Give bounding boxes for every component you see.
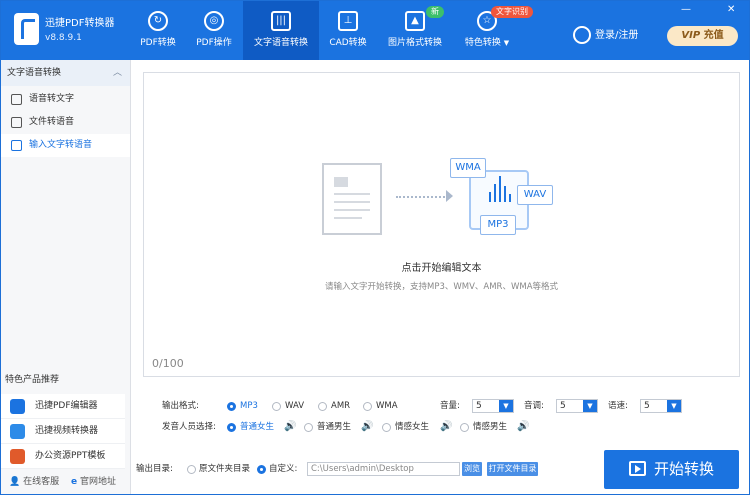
recommend-pdf-editor[interactable]: 迅捷PDF编辑器	[1, 394, 125, 419]
sidebar-item-text-to-speech[interactable]: 输入文字转语音	[1, 134, 130, 157]
person-icon: 👤	[9, 477, 21, 487]
output-path-input[interactable]: C:\Users\admin\Desktop	[307, 462, 460, 476]
start-convert-button[interactable]: 开始转换	[604, 450, 739, 489]
play-icon	[628, 461, 646, 476]
dotted-arrow	[396, 196, 448, 198]
format-tag-wma: WMA	[450, 158, 486, 178]
voice-normal-male-label[interactable]: 普通男生	[317, 421, 351, 433]
recommend-ppt-template[interactable]: 办公资源PPT模板	[1, 444, 125, 469]
radio-voice-normal-female[interactable]	[227, 423, 236, 432]
radio-amr-label[interactable]: AMR	[331, 400, 350, 412]
voice-label: 发音人员选择:	[162, 422, 216, 432]
speed-select[interactable]: 5 ▼	[640, 399, 682, 413]
recommend-title: 特色产品推荐	[5, 375, 60, 385]
radio-custom-folder[interactable]	[257, 465, 266, 474]
radio-wma[interactable]	[363, 402, 372, 411]
open-folder-button[interactable]: 打开文件目录	[487, 462, 538, 476]
chevron-down-icon: ▼	[583, 400, 597, 412]
speed-label: 语速:	[608, 401, 628, 411]
online-service-link[interactable]: 👤 在线客服	[9, 476, 59, 488]
output-dir-label: 输出目录:	[136, 464, 173, 474]
minimize-icon[interactable]: —	[681, 5, 691, 15]
ocr-badge: 文字识别	[491, 6, 533, 18]
speaker-icon[interactable]: 🔊	[517, 421, 529, 433]
chevron-down-icon: ▼	[499, 400, 513, 412]
tab-pdf-convert[interactable]: ↻ PDF转换	[131, 1, 185, 60]
text-input-icon	[11, 140, 22, 151]
speech-to-text-icon	[11, 94, 22, 105]
speaker-icon[interactable]: 🔊	[440, 421, 452, 433]
sidebar-item-file-to-speech[interactable]: 文件转语音	[1, 111, 130, 134]
voice-normal-female-label[interactable]: 普通女生	[240, 421, 274, 433]
format-tag-wav: WAV	[517, 185, 553, 205]
volume-label: 音量:	[440, 401, 460, 411]
app-window: 迅捷PDF转换器 v8.8.9.1 ↻ PDF转换 ◎ PDF操作 ||| 文字…	[0, 0, 750, 495]
radio-voice-emotion-male[interactable]	[460, 423, 469, 432]
radio-mp3[interactable]	[227, 402, 236, 411]
tab-text-speech[interactable]: ||| 文字语音转换	[243, 1, 319, 60]
file-to-speech-icon	[11, 117, 22, 128]
format-tag-mp3: MP3	[480, 215, 516, 235]
speaker-icon[interactable]: 🔊	[284, 421, 296, 433]
pdf-operate-icon: ◎	[204, 11, 224, 31]
browse-button[interactable]: 浏览	[462, 462, 482, 476]
volume-select[interactable]: 5 ▼	[472, 399, 514, 413]
vip-action: 充值	[703, 30, 724, 41]
text-editor-area[interactable]: WMA WAV MP3 点击开始编辑文本 请输入文字开始转换，支持MP3、WMV…	[143, 72, 740, 377]
vip-recharge-button[interactable]: VIP 充值	[667, 26, 738, 46]
pdf-editor-icon	[10, 399, 25, 414]
app-title: 迅捷PDF转换器	[45, 18, 115, 29]
pdf-convert-icon: ↻	[148, 11, 168, 31]
close-icon[interactable]: ✕	[727, 5, 735, 15]
login-register-link[interactable]: 登录/注册	[595, 29, 638, 43]
top-bar: 迅捷PDF转换器 v8.8.9.1 ↻ PDF转换 ◎ PDF操作 ||| 文字…	[1, 1, 749, 60]
document-icon	[322, 163, 382, 235]
custom-folder-label[interactable]: 自定义:	[269, 463, 297, 475]
radio-original-folder[interactable]	[187, 465, 196, 474]
radio-voice-normal-male[interactable]	[304, 423, 313, 432]
speaker-icon[interactable]: 🔊	[361, 421, 373, 433]
hint-subtitle: 请输入文字开始转换，支持MP3、WMV、AMR、WMA等格式	[324, 282, 559, 292]
char-counter: 0/100	[152, 357, 184, 370]
pitch-select[interactable]: 5 ▼	[556, 399, 598, 413]
radio-wav[interactable]	[272, 402, 281, 411]
radio-wma-label[interactable]: WMA	[376, 400, 398, 412]
image-icon: ▲	[405, 11, 425, 31]
ppt-template-icon	[10, 449, 25, 464]
new-badge: 新	[426, 6, 444, 18]
app-logo	[14, 13, 39, 45]
browser-icon: e	[71, 477, 78, 487]
hint-title: 点击开始编辑文本	[401, 263, 482, 274]
website-link[interactable]: e 官网地址	[71, 476, 116, 488]
options-panel: 输出格式: MP3 WAV AMR WMA 音量: 5 ▼ 音调: 5 ▼ 语速: …	[131, 385, 749, 441]
radio-amr[interactable]	[318, 402, 327, 411]
chevron-up-icon: ︿	[112, 68, 122, 78]
radio-mp3-label[interactable]: MP3	[240, 400, 258, 412]
radio-wav-label[interactable]: WAV	[285, 400, 304, 412]
vip-label: VIP	[681, 30, 701, 41]
arrow-head-icon	[446, 190, 453, 202]
chevron-down-icon: ▼	[503, 39, 510, 47]
voice-emotion-male-label[interactable]: 情感男生	[473, 421, 507, 433]
user-icon[interactable]	[573, 26, 591, 44]
pitch-label: 音调:	[524, 401, 544, 411]
tab-special-label: 特色转换	[464, 38, 501, 48]
sidebar-item-speech-to-text[interactable]: 语音转文字	[1, 88, 130, 111]
waveform-icon: |||	[271, 11, 291, 31]
voice-emotion-female-label[interactable]: 情感女生	[395, 421, 429, 433]
format-label: 输出格式:	[162, 401, 199, 411]
app-version: v8.8.9.1	[45, 33, 82, 43]
tab-cad-convert[interactable]: ⊥ CAD转换	[321, 1, 375, 60]
recommend-video-converter[interactable]: 迅捷视频转换器	[1, 419, 125, 444]
sidebar-heading[interactable]: 文字语音转换 ︿	[1, 60, 130, 86]
video-converter-icon	[10, 424, 25, 439]
cad-icon: ⊥	[338, 11, 358, 31]
chevron-down-icon: ▼	[667, 400, 681, 412]
radio-voice-emotion-female[interactable]	[382, 423, 391, 432]
original-folder-label[interactable]: 原文件夹目录	[199, 463, 250, 475]
tab-pdf-operate[interactable]: ◎ PDF操作	[187, 1, 241, 60]
